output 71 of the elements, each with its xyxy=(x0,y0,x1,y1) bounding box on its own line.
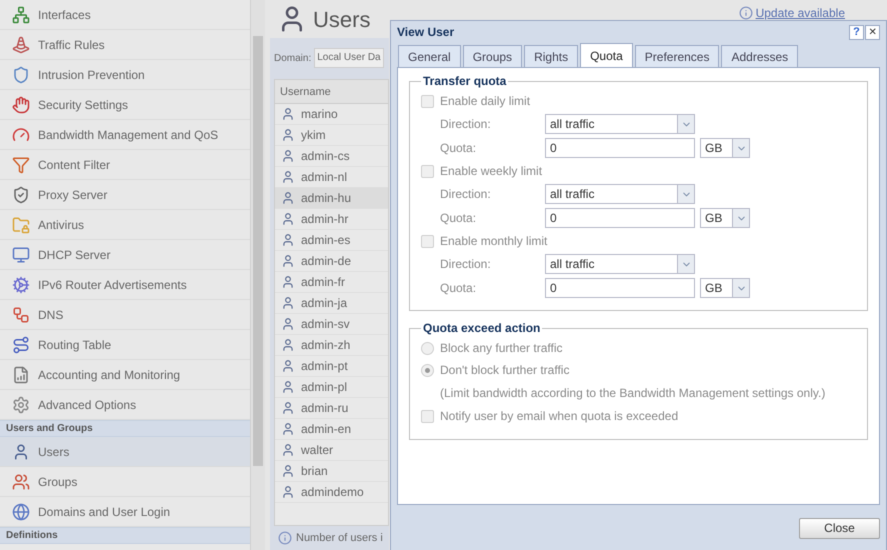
field-label: Direction: xyxy=(440,186,492,203)
tab[interactable]: Quota xyxy=(580,43,633,67)
close-dialog-button[interactable]: Close xyxy=(799,518,880,538)
gauge-icon xyxy=(12,126,30,144)
column-header[interactable]: Username xyxy=(275,80,388,104)
user-icon xyxy=(281,254,295,268)
user-icon xyxy=(281,170,295,184)
option-label: Enable monthly limit xyxy=(440,233,548,250)
sidebar-item[interactable]: Users xyxy=(0,437,250,467)
users-icon xyxy=(12,472,30,490)
tab[interactable]: Preferences xyxy=(634,45,720,67)
field-label: Domain: xyxy=(274,52,312,66)
user-icon xyxy=(12,442,30,460)
tab[interactable]: General xyxy=(398,45,461,67)
option-label: Don't block further traffic xyxy=(440,362,570,379)
page-title: Users xyxy=(313,6,370,34)
section-title: Transfer quota xyxy=(422,73,508,90)
field-label: Quota: xyxy=(440,280,478,297)
field-label: Direction: xyxy=(440,116,492,133)
shield-icon xyxy=(12,66,30,84)
user-icon xyxy=(281,464,295,478)
user-icon xyxy=(281,296,295,310)
info-icon xyxy=(278,531,292,545)
domain-select[interactable]: Local User Da xyxy=(314,48,384,68)
user-icon xyxy=(281,380,295,394)
folder-icon xyxy=(12,216,30,234)
settings-icon xyxy=(12,396,30,414)
option-label: Block any further traffic xyxy=(440,340,562,357)
user-icon xyxy=(281,212,295,226)
user-icon xyxy=(281,359,295,373)
field-label: Quota: xyxy=(440,210,478,227)
info-icon xyxy=(738,6,753,20)
sidebar-section-header: Definitions xyxy=(0,527,250,544)
field-label: Direction: xyxy=(440,256,492,273)
route-icon xyxy=(12,336,30,354)
shield-icon xyxy=(12,186,30,204)
help-button[interactable]: ? xyxy=(849,24,864,40)
user-icon xyxy=(281,233,295,247)
close-button[interactable]: ✕ xyxy=(865,24,880,40)
option-label: Enable daily limit xyxy=(440,93,530,110)
user-icon xyxy=(281,401,295,415)
tab[interactable]: Groups xyxy=(462,45,522,67)
user-icon xyxy=(281,317,295,331)
user-icon xyxy=(281,338,295,352)
user-icon xyxy=(281,128,295,142)
note-text: (Limit bandwidth according to the Bandwidth Management settings only.) xyxy=(440,386,826,400)
field-label: Quota: xyxy=(440,140,478,157)
network-icon xyxy=(12,306,30,324)
update-link[interactable]: Update available xyxy=(756,4,845,22)
user-icon xyxy=(281,191,295,205)
option-label: Notify user by email when quota is exceeded xyxy=(440,408,678,425)
gear-icon xyxy=(12,276,30,294)
user-icon xyxy=(281,422,295,436)
status-text: Number of users i xyxy=(296,530,383,546)
funnel-icon xyxy=(12,156,30,174)
hand-icon xyxy=(12,96,30,114)
user-icon xyxy=(281,149,295,163)
user-icon xyxy=(281,485,295,499)
option-label: Enable weekly limit xyxy=(440,163,542,180)
sidebar-section-header: Users and Groups xyxy=(0,420,250,437)
section-title: Quota exceed action xyxy=(422,320,542,337)
tab[interactable]: Addresses xyxy=(721,45,798,67)
user-row[interactable]: admin-hu xyxy=(275,188,388,209)
dialog-title: View User xyxy=(397,24,454,41)
user-icon xyxy=(281,275,295,289)
user-icon xyxy=(281,107,295,121)
monitor-icon xyxy=(12,246,30,264)
user-icon xyxy=(281,443,295,457)
globe-icon xyxy=(12,502,30,520)
chart-icon xyxy=(12,366,30,384)
tab[interactable]: Rights xyxy=(524,45,578,67)
